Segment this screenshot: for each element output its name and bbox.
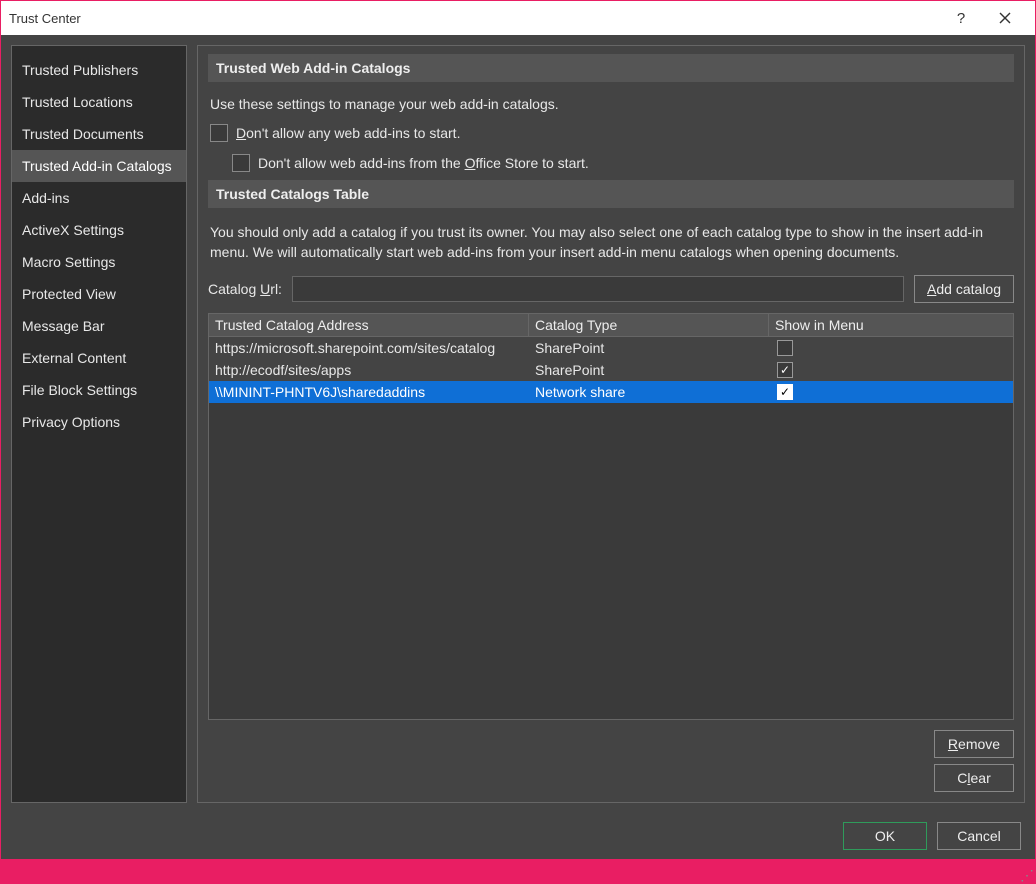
- sidebar-item-trusted-locations[interactable]: Trusted Locations: [12, 86, 186, 118]
- cancel-button[interactable]: Cancel: [937, 822, 1021, 850]
- clear-button[interactable]: Clear: [934, 764, 1014, 792]
- cell-show-in-menu[interactable]: ✓: [769, 381, 1013, 403]
- catalogs-table: Trusted Catalog Address Catalog Type Sho…: [208, 313, 1014, 720]
- cell-type: Network share: [529, 381, 769, 403]
- cell-show-in-menu[interactable]: [769, 337, 1013, 359]
- checkbox-label: Don't allow any web add-ins to start.: [236, 125, 460, 141]
- column-header-address[interactable]: Trusted Catalog Address: [209, 314, 529, 336]
- checkbox-icon: [777, 340, 793, 356]
- ok-button[interactable]: OK: [843, 822, 927, 850]
- body-area: Trusted PublishersTrusted LocationsTrust…: [1, 35, 1035, 813]
- cell-address: https://microsoft.sharepoint.com/sites/c…: [209, 337, 529, 359]
- section-description: You should only add a catalog if you tru…: [210, 222, 1014, 263]
- cell-type: SharePoint: [529, 359, 769, 381]
- sidebar-item-trusted-documents[interactable]: Trusted Documents: [12, 118, 186, 150]
- cell-address: \\MININT-PHNTV6J\sharedaddins: [209, 381, 529, 403]
- dialog-footer: OK Cancel: [1, 813, 1035, 859]
- sidebar-item-add-ins[interactable]: Add-ins: [12, 182, 186, 214]
- catalog-url-input[interactable]: [292, 276, 904, 302]
- sidebar-item-macro-settings[interactable]: Macro Settings: [12, 246, 186, 278]
- add-catalog-button[interactable]: Add catalog: [914, 275, 1014, 303]
- table-row[interactable]: http://ecodf/sites/appsSharePoint ✓: [209, 359, 1013, 381]
- titlebar: Trust Center ?: [1, 1, 1035, 35]
- sidebar-item-protected-view[interactable]: Protected View: [12, 278, 186, 310]
- table-actions: Remove Clear: [208, 730, 1014, 792]
- checkbox-icon: ✓: [777, 362, 793, 378]
- catalog-url-row: Catalog Url: Add catalog: [208, 275, 1014, 303]
- sidebar-item-external-content[interactable]: External Content: [12, 342, 186, 374]
- trust-center-window: Trust Center ? Trusted PublishersTrusted…: [1, 1, 1035, 859]
- content-panel: Trusted Web Add-in Catalogs Use these se…: [197, 45, 1025, 803]
- table-header-row: Trusted Catalog Address Catalog Type Sho…: [209, 314, 1013, 337]
- help-button[interactable]: ?: [939, 3, 983, 33]
- sidebar-item-activex-settings[interactable]: ActiveX Settings: [12, 214, 186, 246]
- sidebar-item-message-bar[interactable]: Message Bar: [12, 310, 186, 342]
- checkbox-label: Don't allow web add-ins from the Office …: [258, 155, 589, 171]
- remove-button[interactable]: Remove: [934, 730, 1014, 758]
- checkbox-icon: ✓: [777, 384, 793, 400]
- intro-text: Use these settings to manage your web ad…: [210, 96, 1014, 112]
- cell-address: http://ecodf/sites/apps: [209, 359, 529, 381]
- cell-type: SharePoint: [529, 337, 769, 359]
- section-header-trusted-catalogs-table: Trusted Catalogs Table: [208, 180, 1014, 208]
- table-body: https://microsoft.sharepoint.com/sites/c…: [209, 337, 1013, 403]
- column-header-menu[interactable]: Show in Menu: [769, 314, 1013, 336]
- checkbox-icon: [232, 154, 250, 172]
- catalog-url-label: Catalog Url:: [208, 281, 282, 297]
- sidebar-item-file-block-settings[interactable]: File Block Settings: [12, 374, 186, 406]
- window-title: Trust Center: [9, 11, 939, 26]
- close-icon: [999, 12, 1011, 24]
- cell-show-in-menu[interactable]: ✓: [769, 359, 1013, 381]
- sidebar-item-trusted-publishers[interactable]: Trusted Publishers: [12, 54, 186, 86]
- table-row[interactable]: https://microsoft.sharepoint.com/sites/c…: [209, 337, 1013, 359]
- checkbox-icon: [210, 124, 228, 142]
- column-header-type[interactable]: Catalog Type: [529, 314, 769, 336]
- sidebar: Trusted PublishersTrusted LocationsTrust…: [11, 45, 187, 803]
- close-button[interactable]: [983, 3, 1027, 33]
- resize-grip[interactable]: ⋰: [1020, 868, 1034, 882]
- sidebar-item-privacy-options[interactable]: Privacy Options: [12, 406, 186, 438]
- section-header-web-addin-catalogs: Trusted Web Add-in Catalogs: [208, 54, 1014, 82]
- checkbox-dont-allow-office-store[interactable]: Don't allow web add-ins from the Office …: [232, 154, 1014, 172]
- checkbox-dont-allow-addins[interactable]: Don't allow any web add-ins to start.: [210, 124, 1014, 142]
- table-row[interactable]: \\MININT-PHNTV6J\sharedaddinsNetwork sha…: [209, 381, 1013, 403]
- sidebar-item-trusted-add-in-catalogs[interactable]: Trusted Add-in Catalogs: [12, 150, 186, 182]
